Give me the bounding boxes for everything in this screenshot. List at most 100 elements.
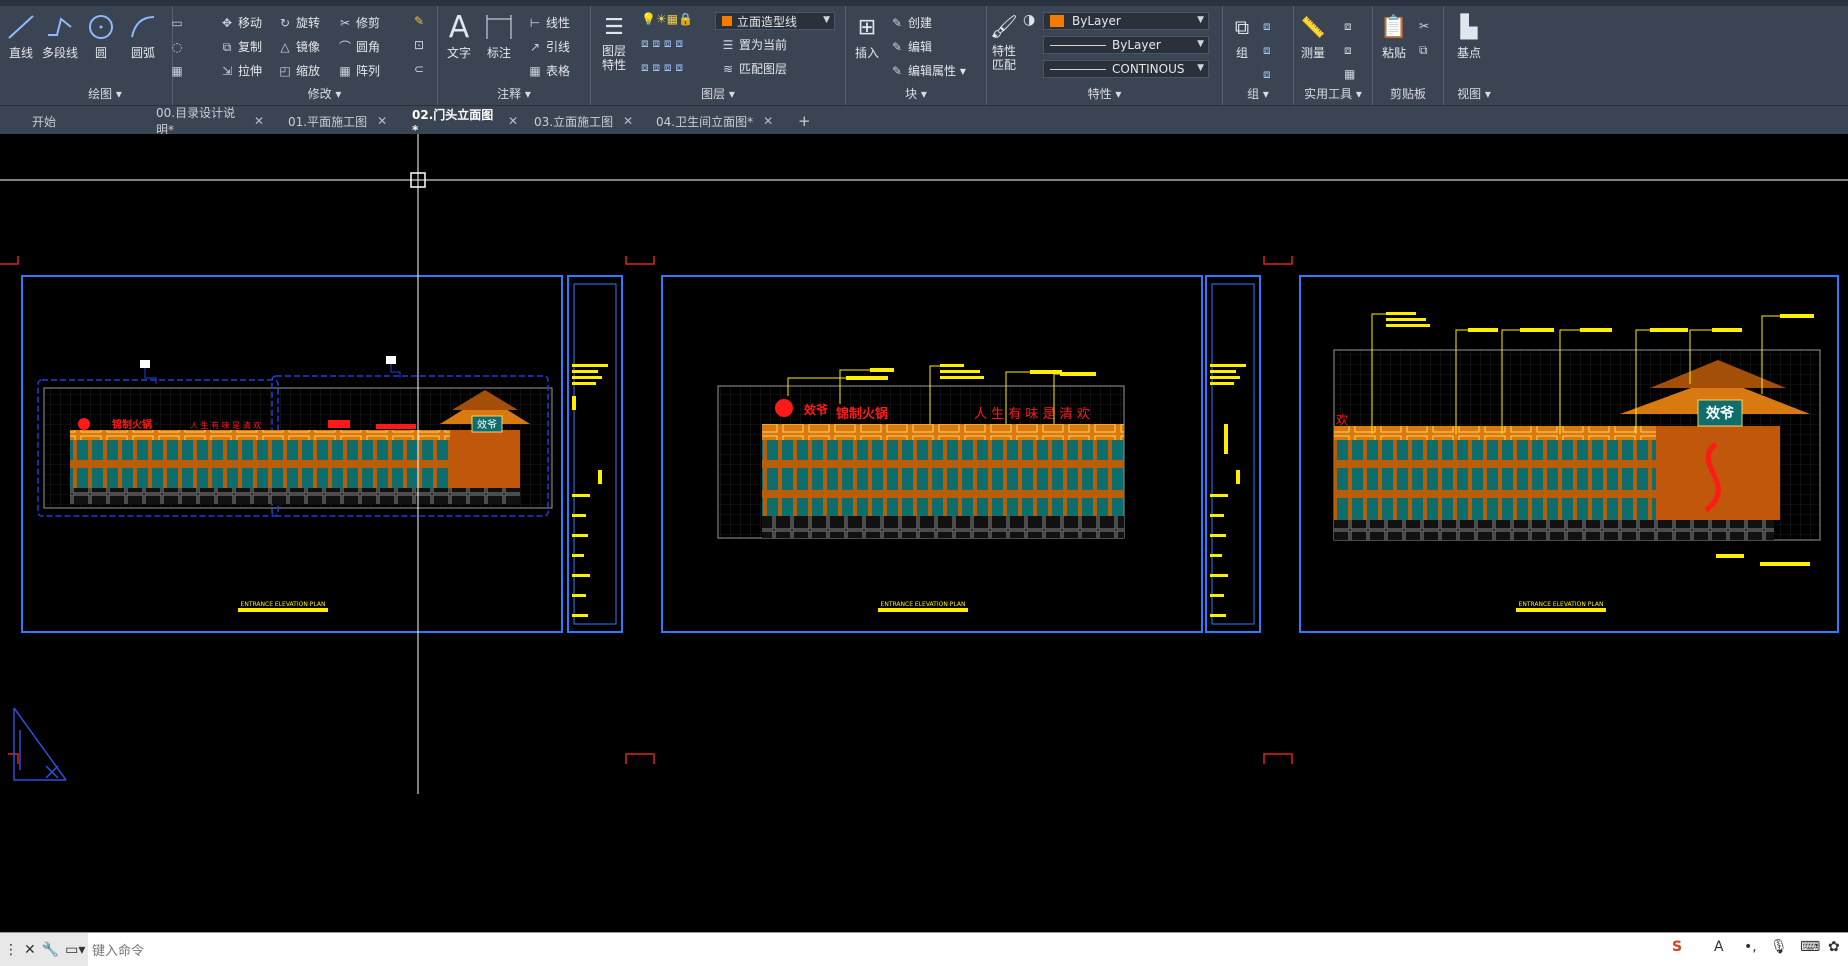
group-tools[interactable]: ⧈ ⧈ ⧈ (1263, 14, 1271, 86)
wrench-icon[interactable]: 🔧 (42, 942, 59, 958)
command-line-controls: ⋮ ✕ 🔧 ▭▾ (0, 933, 88, 966)
drawing-canvas[interactable]: 效爷 锦制火锅 人 生 有 味 是 清 欢 ENTRANCE ELEVATION… (0, 134, 1848, 932)
linear-icon: ⊢ (529, 15, 541, 30)
ruler-icon: 📏 (1300, 15, 1326, 39)
stretch-button[interactable]: ⇲ 拉伸 (220, 62, 262, 79)
caption-bar (238, 608, 328, 612)
clipboard-tools[interactable]: ✂ ⧉ (1419, 14, 1429, 62)
close-icon[interactable]: ✕ (24, 942, 36, 958)
new-tab-button[interactable]: + (790, 110, 814, 132)
polyline-button[interactable]: 多段线 (42, 12, 78, 61)
mirror-icon: △ (280, 39, 290, 54)
sheet-2[interactable]: 效爷 锦制火锅 人 生 有 味 是 清 欢 ENTRANCE ELEVATION… (661, 275, 1261, 633)
create-block-button[interactable]: ✎ 创建 (890, 14, 932, 31)
scale-button[interactable]: ◰ 缩放 (278, 62, 320, 79)
insert-button[interactable]: ⊞ 插入 (850, 12, 884, 61)
command-history-icon[interactable]: ▭▾ (65, 942, 85, 958)
facade-base (70, 488, 520, 504)
move-label: 移动 (238, 16, 263, 30)
color-wheel-icon: ◑ (1023, 12, 1036, 28)
clipboard-icon: 📋 (1380, 14, 1408, 40)
gate-plaque-text: 效爷 (477, 418, 497, 431)
ucs-icon (13, 707, 67, 781)
circle-button[interactable]: 圆 (84, 12, 118, 61)
leader-button[interactable]: ↗ 引线 (528, 38, 570, 55)
move-button[interactable]: ✥ 移动 (220, 14, 262, 31)
punctuation-icon[interactable]: •, (1744, 939, 1757, 955)
drag-handle-icon[interactable]: ⋮ (4, 942, 18, 958)
linetype-dropdown[interactable]: ByLayer ▼ (1043, 36, 1209, 54)
table-button[interactable]: ▦ 表格 (528, 62, 570, 79)
measure-button[interactable]: 📏 测量 (1296, 12, 1330, 61)
line-button[interactable]: 直线 (4, 12, 38, 61)
tab-entrance-elevation[interactable]: 02.门头立面图* ✕ (404, 108, 526, 137)
close-icon[interactable]: ✕ (508, 114, 518, 128)
tab-elevation[interactable]: 03.立面施工图 ✕ (526, 110, 646, 132)
draw-panel: 直线 多段线 圆 圆弧 ▭ ◌ ▦ 绘图 ▾ (0, 6, 183, 105)
keyboard-icon[interactable]: ⌨ (1800, 939, 1820, 955)
offset-button[interactable]: ⊂ (412, 62, 426, 76)
skin-icon[interactable]: ✿ (1828, 939, 1840, 955)
move-icon: ✥ (221, 15, 233, 30)
rotate-button[interactable]: ↻ 旋转 (278, 14, 320, 31)
trim-button[interactable]: ✂ 修剪 (338, 14, 380, 31)
region-button[interactable]: ▦ (170, 64, 184, 78)
grip-1[interactable] (140, 360, 150, 368)
close-icon[interactable]: ✕ (377, 114, 387, 128)
arc-label: 圆弧 (130, 46, 155, 60)
erase-button[interactable]: ✎ (412, 14, 426, 28)
leader-icon: ↗ (529, 39, 541, 54)
layer-dropdown[interactable]: 立面造型线 ▼ (715, 12, 835, 30)
copy-button[interactable]: ⧉ 复制 (220, 38, 262, 55)
grip-2[interactable] (386, 356, 396, 364)
rectangle-button[interactable]: ▭ (170, 16, 184, 30)
utility-tools[interactable]: ⧈ ⧈ ▦ (1344, 14, 1355, 86)
polyline-icon (43, 12, 77, 42)
microphone-icon[interactable]: 🎙 (1770, 939, 1788, 955)
ime-icon[interactable]: S (1672, 939, 1682, 955)
layer-properties-button[interactable]: ☰ 图层 特性 (597, 12, 631, 73)
table-label: 表格 (546, 64, 571, 78)
sign-logo (78, 418, 90, 430)
text-button[interactable]: A 文字 (442, 10, 476, 61)
modify-panel: ✥ 移动 ↻ 旋转 ✂ 修剪 ⧉ 复制 △ 镜像 ⌒ 圆角 ⇲ 拉伸 ◰ 缩放 ▦ 阵列 ✎ ⊡ … (212, 6, 438, 105)
sheet-1[interactable]: 效爷 锦制火锅 人 生 有 味 是 清 欢 ENTRANCE ELEVATION… (21, 275, 623, 633)
tab-plan[interactable]: 01.平面施工图 ✕ (280, 110, 398, 132)
match-layer-button[interactable]: ≋ 匹配图层 (721, 60, 787, 77)
table-icon: ▦ (529, 63, 541, 78)
linear-label: 线性 (546, 16, 571, 30)
color-dropdown[interactable]: ByLayer ▼ (1043, 12, 1209, 30)
linear-button[interactable]: ⊢ 线性 (528, 14, 570, 31)
base-point-button[interactable]: ▙ 基点 (1452, 12, 1486, 61)
explode-icon: ⊡ (413, 38, 425, 52)
font-icon[interactable]: A (1714, 939, 1724, 955)
layer-color-swatch (722, 16, 732, 26)
tab-catalog[interactable]: 00.目录设计说明* ✕ (148, 106, 272, 137)
match-properties-button[interactable]: 🖌 特性 匹配 (987, 12, 1021, 73)
layer-tools-row-2[interactable]: ⧈ ⧈ ⧈ ⧈ (641, 60, 683, 75)
paste-button[interactable]: 📋 粘贴 (1377, 12, 1411, 61)
sheet-3[interactable]: 效爷 欢 ENTRANCE ELEVATION PLAN (1299, 275, 1839, 633)
close-icon[interactable]: ✕ (763, 114, 773, 128)
command-input[interactable]: 键入命令 (92, 940, 144, 959)
close-icon[interactable]: ✕ (623, 114, 633, 128)
fillet-button[interactable]: ⌒ 圆角 (338, 38, 380, 55)
lineweight-dropdown[interactable]: CONTINOUS ▼ (1043, 60, 1209, 78)
close-icon[interactable]: ✕ (254, 114, 264, 128)
layer-tools-row-1[interactable]: ⧈ ⧈ ⧈ ⧈ (641, 36, 683, 51)
mirror-button[interactable]: △ 镜像 (278, 38, 320, 55)
group-button[interactable]: ⧉ 组 (1225, 12, 1259, 61)
set-current-button[interactable]: ☰ 置为当前 (721, 36, 787, 53)
hatch-button[interactable]: ◌ (170, 40, 184, 54)
properties-panel: 🖌 特性 匹配 ◑ ByLayer ▼ ByLayer ▼ CONTINOUS ▼ 特… (987, 6, 1223, 105)
dimension-button[interactable]: 标注 (482, 12, 516, 61)
leader-labels (846, 364, 1096, 380)
edit-attributes-button[interactable]: ✎ 编辑属性 ▾ (890, 62, 966, 79)
tab-start[interactable]: 开始 (24, 110, 148, 132)
edit-block-button[interactable]: ✎ 编辑 (890, 38, 932, 55)
array-button[interactable]: ▦ 阵列 (338, 62, 380, 79)
paste-label: 粘贴 (1381, 46, 1406, 60)
tab-restroom[interactable]: 04.卫生间立面图* ✕ (648, 110, 782, 132)
explode-button[interactable]: ⊡ (412, 38, 426, 52)
arc-button[interactable]: 圆弧 (126, 12, 160, 61)
